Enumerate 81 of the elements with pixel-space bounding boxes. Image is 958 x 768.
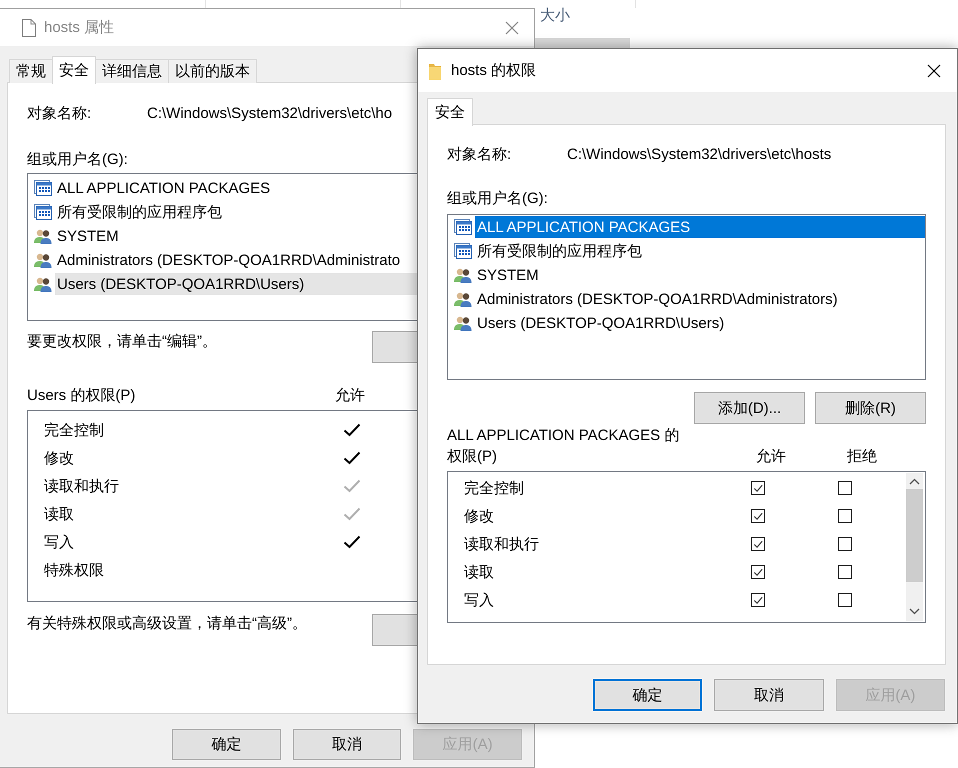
permission-name: 读取 [44,506,74,522]
check-icon [343,507,361,521]
permission-name: 读取和执行 [44,478,119,494]
tab[interactable]: 常规 [9,59,53,83]
permission-name: 修改 [464,508,494,524]
permission-name: 完全控制 [464,480,524,496]
list-item[interactable]: Administrators (DESKTOP-QOA1RRD\Administrato [55,249,417,271]
list-item[interactable]: Users (DESKTOP-QOA1RRD\Users) [475,312,925,334]
list-item[interactable]: ALL APPLICATION PACKAGES [55,177,417,199]
check-icon [343,479,361,493]
column-header: 允许 [335,386,365,404]
package-icon [454,243,472,259]
list-label: 组或用户名(G): [447,188,549,208]
list-label: 组或用户名(G): [27,150,128,169]
field-label: 对象名称: [447,144,512,164]
column-header[interactable]: 大小 [540,6,570,26]
checkbox[interactable] [750,537,765,551]
dialog-button[interactable]: 取消 [714,679,824,711]
dialog-button[interactable]: 确定 [172,729,281,760]
list-item[interactable]: SYSTEM [475,264,925,286]
permission-name: 特殊权限 [44,562,104,578]
object-path: C:\Windows\System32\drivers\etc\ho [147,104,392,122]
hint-text: 有关特殊权限或高级设置，请单击“高级”。 [27,614,308,633]
checkbox[interactable] [838,509,852,523]
checkbox[interactable] [838,593,852,607]
list-item[interactable]: ALL APPLICATION PACKAGES [475,216,925,238]
permission-name: 读取 [464,564,494,580]
users-icon [34,276,52,292]
users-icon [454,291,472,307]
close-icon [927,64,941,78]
package-icon [34,204,52,220]
checkbox[interactable] [838,481,852,495]
tab[interactable]: 安全 [52,56,96,84]
package-icon [454,219,472,235]
permission-name: 写入 [464,592,494,608]
check-icon [343,535,361,549]
checkbox[interactable] [750,509,765,523]
list-label: Users 的权限(P) [27,386,136,404]
dialog-button[interactable]: 添加(D)... [694,392,805,424]
check-icon [343,423,361,437]
users-icon [34,228,52,244]
list-item[interactable]: SYSTEM [55,225,417,247]
dialog-button[interactable]: 取消 [292,729,402,760]
checkbox[interactable] [838,565,852,579]
package-icon [34,180,52,196]
users-icon [454,267,472,283]
checkbox[interactable] [750,593,765,607]
permission-name: 读取和执行 [464,536,539,552]
scroll-thumb[interactable] [906,489,923,582]
field-label: 对象名称: [27,104,92,122]
users-icon [454,315,472,331]
hint-text: 要更改权限，请单击“编辑”。 [27,332,218,351]
folder-icon [429,62,441,80]
scroll-down-icon[interactable] [909,608,920,615]
list-label: ALL APPLICATION PACKAGES 的权限(P) [447,426,680,467]
users-icon [34,252,52,268]
permission-name: 修改 [44,450,74,466]
object-path: C:\Windows\System32\drivers\etc\hosts [567,146,832,162]
close-icon [505,20,519,34]
tab[interactable]: 安全 [427,98,473,126]
permission-name: 完全控制 [44,422,104,438]
scroll-up-icon[interactable] [909,478,920,485]
checkbox[interactable] [838,537,852,551]
list-item[interactable]: Administrators (DESKTOP-QOA1RRD\Administrators) [475,288,925,310]
checkbox[interactable] [750,481,765,495]
tab[interactable]: 以前的版本 [168,59,257,83]
column-header: 允许 [755,447,787,467]
scrollbar[interactable] [906,473,923,621]
document-icon [22,18,36,36]
window-title: hosts 属性 [44,18,114,37]
tab[interactable]: 详细信息 [95,59,169,83]
list-item[interactable]: Users (DESKTOP-QOA1RRD\Users) [55,273,417,295]
window-title: hosts 的权限 [451,61,536,80]
permission-name: 写入 [44,534,74,550]
checkbox[interactable] [750,565,765,579]
list-item[interactable]: 所有受限制的应用程序包 [475,240,925,262]
list-item[interactable]: 所有受限制的应用程序包 [55,201,417,223]
dialog-button[interactable]: 确定 [593,679,702,711]
dialog-button[interactable]: 删除(R) [815,392,926,424]
column-header: 拒绝 [846,447,878,467]
check-icon [343,451,361,465]
